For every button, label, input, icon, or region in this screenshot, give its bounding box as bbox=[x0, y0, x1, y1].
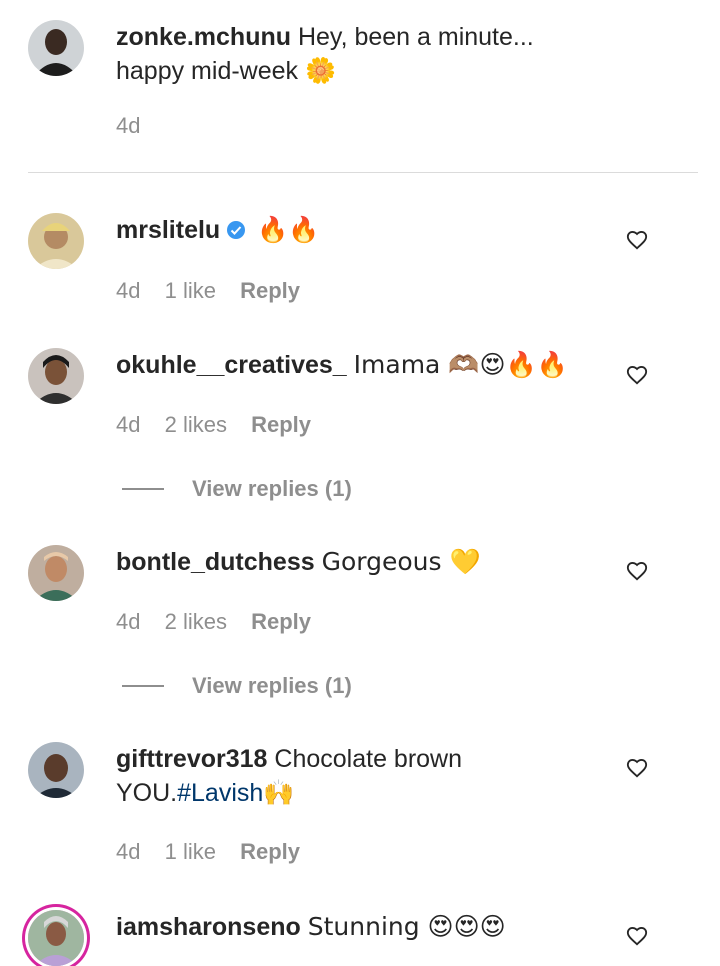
comment-meta: 4d 1 like Reply bbox=[116, 277, 318, 305]
view-replies-line bbox=[122, 488, 164, 490]
avatar[interactable] bbox=[28, 742, 84, 798]
comment-username[interactable]: gifttrevor318 bbox=[116, 745, 267, 773]
comment-meta: 4d 2 likes Reply bbox=[116, 411, 329, 439]
view-replies-label[interactable]: View replies (1) bbox=[192, 671, 352, 701]
comment-message: Imama 🫶🏽😍🔥🔥 bbox=[353, 350, 568, 379]
comment-time: 4d bbox=[116, 278, 141, 303]
comment-text: bontle_dutchess Gorgeous 💛 bbox=[116, 545, 606, 579]
heart-outline-icon[interactable] bbox=[626, 925, 648, 947]
comment-time: 4d bbox=[116, 609, 141, 634]
heart-outline-icon[interactable] bbox=[626, 229, 648, 251]
comment-message: Stunning 😍😍😍 bbox=[307, 912, 506, 941]
comment-text: mrslitelu 🔥🔥 bbox=[116, 213, 606, 247]
comment-time: 4d bbox=[116, 839, 141, 864]
comment-username[interactable]: iamsharonseno bbox=[116, 913, 301, 941]
avatar[interactable] bbox=[28, 910, 84, 966]
comment-emoji: 🙌 bbox=[263, 778, 295, 807]
comment-likes[interactable]: 1 like bbox=[165, 278, 216, 303]
reply-button[interactable]: Reply bbox=[240, 278, 300, 303]
comment-username[interactable]: zonke.mchunu bbox=[116, 23, 291, 51]
heart-outline-icon[interactable] bbox=[626, 560, 648, 582]
comment-likes[interactable]: 1 like bbox=[165, 839, 216, 864]
comment-username[interactable]: mrslitelu bbox=[116, 216, 220, 244]
avatar[interactable] bbox=[28, 213, 84, 269]
comment-meta: 4d 2 likes Reply bbox=[116, 608, 329, 636]
avatar[interactable] bbox=[28, 545, 84, 601]
view-replies-line bbox=[122, 685, 164, 687]
comment-likes[interactable]: 2 likes bbox=[165, 609, 227, 634]
hashtag-link[interactable]: #Lavish bbox=[177, 779, 263, 807]
comment-text: okuhle__creatives_ Imama 🫶🏽😍🔥🔥 bbox=[116, 348, 606, 382]
reply-button[interactable]: Reply bbox=[251, 412, 311, 437]
avatar[interactable] bbox=[28, 348, 84, 404]
comment-username[interactable]: bontle_dutchess bbox=[116, 548, 315, 576]
comment-message: 🔥🔥 bbox=[257, 215, 320, 244]
comment-username[interactable]: okuhle__creatives_ bbox=[116, 351, 347, 379]
verified-badge-icon bbox=[226, 215, 246, 239]
comment-time: 4d bbox=[116, 412, 141, 437]
comment-text: gifttrevor318 Chocolate brown YOU.#Lavis… bbox=[116, 742, 606, 810]
view-replies-label[interactable]: View replies (1) bbox=[192, 474, 352, 504]
reply-button[interactable]: Reply bbox=[240, 839, 300, 864]
comment-message: Gorgeous 💛 bbox=[321, 547, 481, 576]
comment-meta: 4d bbox=[116, 112, 158, 140]
comment-text: iamsharonseno Stunning 😍😍😍 bbox=[116, 910, 606, 944]
comment-meta: 4d 1 like Reply bbox=[116, 838, 318, 866]
comment-time: 4d bbox=[116, 113, 141, 138]
comment-likes[interactable]: 2 likes bbox=[165, 412, 227, 437]
divider bbox=[28, 172, 698, 173]
heart-outline-icon[interactable] bbox=[626, 364, 648, 386]
reply-button[interactable]: Reply bbox=[251, 609, 311, 634]
heart-outline-icon[interactable] bbox=[626, 757, 648, 779]
avatar[interactable] bbox=[28, 20, 84, 76]
comment-text: zonke.mchunu Hey, been a minute... happy… bbox=[116, 20, 606, 88]
